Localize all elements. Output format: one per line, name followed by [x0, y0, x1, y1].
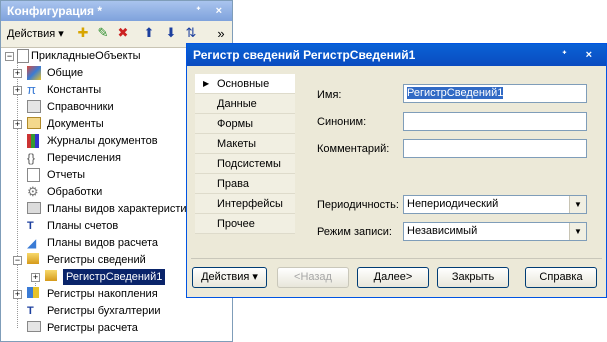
toolbar-more-button[interactable]: » — [213, 25, 229, 41]
chevron-down-icon[interactable]: ▼ — [569, 196, 586, 213]
acc-registers-icon: Т — [27, 305, 34, 317]
dialog-title: Регистр сведений РегистрСведений1 — [193, 48, 416, 62]
sort-icon[interactable]: ⇅ — [183, 25, 199, 41]
dialog-window-buttons[interactable]: ᐩ × — [562, 44, 600, 66]
common-icon — [27, 66, 41, 80]
write-mode-label: Режим записи: — [317, 226, 392, 238]
dialog-titlebar: Регистр сведений РегистрСведений1 ᐩ × — [187, 44, 606, 66]
config-panel-window-buttons[interactable]: ᐩ × — [196, 1, 228, 21]
tab-subsystems[interactable]: Подсистемы — [195, 154, 295, 174]
help-button[interactable]: Справка — [525, 267, 597, 288]
selected-register-label: РегистрСведений1 — [63, 269, 166, 285]
tab-main[interactable]: Основные — [195, 74, 295, 94]
accounts-icon: Т — [27, 220, 34, 232]
config-panel-title: Конфигурация * — [7, 4, 103, 18]
collapse-icon[interactable]: − — [13, 256, 22, 265]
next-button[interactable]: Далее> — [357, 267, 429, 288]
expand-icon[interactable]: + — [13, 86, 22, 95]
collapse-icon[interactable]: − — [5, 52, 14, 61]
tab-forms[interactable]: Формы — [195, 114, 295, 134]
expand-icon[interactable]: + — [13, 69, 22, 78]
tab-interfaces[interactable]: Интерфейсы — [195, 194, 295, 214]
synonym-label: Синоним: — [317, 116, 367, 128]
register-dialog: Регистр сведений РегистрСведений1 ᐩ × Ос… — [186, 43, 607, 298]
enums-icon: {} — [27, 151, 36, 165]
move-down-icon[interactable]: ⬇ — [163, 25, 179, 41]
catalogs-icon — [27, 100, 41, 113]
documents-icon — [27, 117, 41, 129]
name-label: Имя: — [317, 89, 342, 101]
back-button[interactable]: <Назад — [277, 267, 349, 288]
comment-label: Комментарий: — [317, 143, 390, 155]
reports-icon — [27, 168, 40, 182]
calc-registers-icon — [27, 321, 41, 332]
dataprocessors-icon: ⚙ — [27, 184, 39, 199]
journals-icon — [27, 134, 39, 148]
register-icon — [45, 270, 57, 281]
calc-plans-icon: ◢ — [27, 236, 37, 250]
accum-registers-icon — [27, 287, 39, 298]
comment-field[interactable] — [403, 139, 587, 158]
folder-icon — [17, 49, 29, 63]
move-up-icon[interactable]: ⬆ — [141, 25, 157, 41]
tab-rights[interactable]: Права — [195, 174, 295, 194]
write-mode-select[interactable]: Независимый ▼ — [403, 222, 587, 241]
periodicity-select[interactable]: Непериодический ▼ — [403, 195, 587, 214]
dialog-actions-button[interactable]: Действия ▾ — [192, 267, 267, 288]
info-registers-icon — [27, 253, 39, 264]
name-field[interactable]: РегистрСведений1 — [403, 84, 587, 103]
tab-templates[interactable]: Макеты — [195, 134, 295, 154]
close-button[interactable]: Закрыть — [437, 267, 509, 288]
add-icon[interactable]: ✚ — [75, 25, 91, 41]
actions-menu-button[interactable]: Действия ▾ — [7, 24, 64, 44]
edit-icon[interactable]: ✎ — [95, 25, 111, 41]
expand-icon[interactable]: + — [13, 120, 22, 129]
char-plans-icon — [27, 202, 41, 214]
expand-icon[interactable]: + — [31, 273, 40, 282]
synonym-field[interactable] — [403, 112, 587, 131]
delete-icon[interactable]: ✖ — [115, 25, 131, 41]
tab-data[interactable]: Данные — [195, 94, 295, 114]
constants-icon: π — [27, 82, 36, 97]
chevron-down-icon[interactable]: ▼ — [569, 223, 586, 240]
periodicity-label: Периодичность: — [317, 199, 399, 211]
tab-other[interactable]: Прочее — [195, 214, 295, 234]
expand-icon[interactable]: + — [13, 290, 22, 299]
config-panel-titlebar: Конфигурация * ᐩ × — [1, 1, 232, 21]
